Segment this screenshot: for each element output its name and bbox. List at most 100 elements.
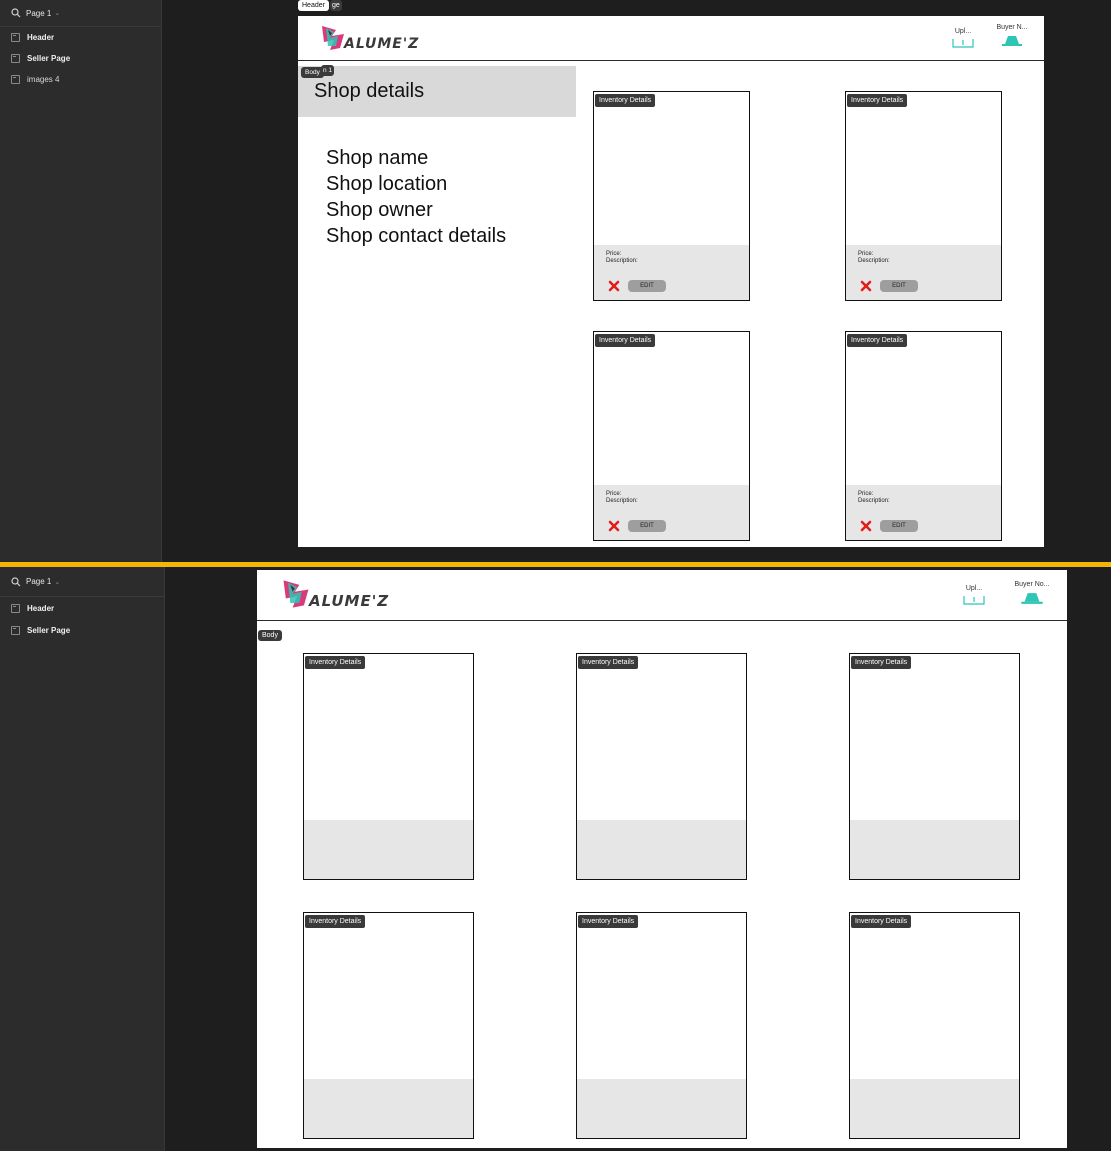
shop-name-line: Shop name <box>326 147 429 169</box>
inventory-card[interactable]: Inventory Details <box>576 912 747 1139</box>
edit-button[interactable]: EDIT <box>880 520 918 532</box>
chevron-down-icon[interactable]: ⌄ <box>54 9 60 17</box>
seller-page-frame: ALUME'Z Upl... Buyer N... Body n 1 Shop … <box>298 16 1044 547</box>
inventory-card[interactable]: Inventory Details Price: Description: ED… <box>593 91 750 301</box>
edit-button[interactable]: EDIT <box>628 280 666 292</box>
bell-icon <box>1021 593 1043 604</box>
inventory-image-area <box>850 913 1019 1080</box>
top-editor-pane: Page 1 ⌄ Header Seller Page images 4 Hea… <box>0 0 1111 562</box>
inventory-info: Price: Description: EDIT <box>846 485 1001 540</box>
inventory-image-area <box>846 332 1001 486</box>
page-selector-top[interactable]: Page 1 ⌄ <box>0 0 161 27</box>
shop-contact-line: Shop contact details <box>326 225 507 247</box>
layer-images-4[interactable]: images 4 <box>0 69 161 90</box>
upload-button[interactable]: Upl... <box>957 585 991 607</box>
upload-tray-icon <box>952 39 974 48</box>
frame-tag-body[interactable]: Body <box>258 630 282 641</box>
layer-label: Header <box>27 33 55 42</box>
search-icon[interactable] <box>11 8 21 18</box>
inventory-info <box>577 820 746 879</box>
logo-text: ALUME'Z <box>309 592 390 610</box>
buyer-notifications-button[interactable]: Buyer N... <box>990 24 1034 50</box>
inventory-card[interactable]: Inventory Details <box>303 653 474 880</box>
page-header: ALUME'Z Upl... Buyer No... <box>257 570 1067 621</box>
inventory-card[interactable]: Inventory Details <box>303 912 474 1139</box>
delete-icon[interactable] <box>608 280 620 292</box>
inventory-details-tag: Inventory Details <box>595 334 656 347</box>
inventory-card[interactable]: Inventory Details <box>576 653 747 880</box>
description-label: Description: <box>858 258 890 264</box>
upload-button[interactable]: Upl... <box>946 28 980 50</box>
page-header: ALUME'Z Upl... Buyer N... <box>298 16 1044 61</box>
inventory-details-tag: Inventory Details <box>578 915 639 928</box>
inventory-image-area <box>577 913 746 1080</box>
shop-details-title: Shop details <box>314 80 425 102</box>
inventory-info: Price: Description: EDIT <box>594 245 749 300</box>
inventory-details-tag: Inventory Details <box>851 915 912 928</box>
bell-icon <box>1002 36 1022 46</box>
frame-icon <box>11 33 20 42</box>
frame-icon <box>11 603 20 613</box>
inventory-info: Price: Description: EDIT <box>846 245 1001 300</box>
inventory-card[interactable]: Inventory Details Price: Description: ED… <box>845 91 1002 301</box>
layer-header[interactable]: Header <box>0 597 164 619</box>
price-label: Price: <box>858 491 874 497</box>
shop-details-list: Shop name Shop location Shop owner Shop … <box>326 145 506 249</box>
frame-tag-shop[interactable]: n 1 <box>321 65 335 76</box>
page-selector-bottom[interactable]: Page 1 ⌄ <box>0 567 164 597</box>
inventory-info <box>304 1079 473 1138</box>
inventory-image-area <box>577 654 746 821</box>
layer-label: images 4 <box>27 75 60 84</box>
delete-icon[interactable] <box>860 280 872 292</box>
layer-label: Seller Page <box>27 625 71 635</box>
logo-mark-icon <box>322 26 344 50</box>
delete-icon[interactable] <box>860 520 872 532</box>
frame-icon <box>11 54 20 63</box>
upload-label: Upl... <box>965 585 983 592</box>
layer-seller-page[interactable]: Seller Page <box>0 619 164 641</box>
layer-seller-page[interactable]: Seller Page <box>0 48 161 69</box>
edit-button[interactable]: EDIT <box>880 280 918 292</box>
inventory-card[interactable]: Inventory Details Price: Description: ED… <box>593 331 750 541</box>
layer-label: Header <box>27 603 55 613</box>
description-label: Description: <box>858 498 890 504</box>
logo-mark-icon <box>283 580 309 608</box>
bottom-editor-pane: Page 1 ⌄ Header Seller Page ALUME'Z Upl.… <box>0 567 1111 1151</box>
upload-label: Upl... <box>954 28 972 35</box>
inventory-image-area <box>304 913 473 1080</box>
image-icon <box>11 75 20 84</box>
inventory-details-tag: Inventory Details <box>578 656 639 669</box>
layer-label: Seller Page <box>27 54 71 63</box>
buyer-notifications-button[interactable]: Buyer No... <box>1007 581 1057 608</box>
logo-text: ALUME'Z <box>344 36 420 52</box>
inventory-card[interactable]: Inventory Details <box>849 912 1020 1139</box>
inventory-card[interactable]: Inventory Details <box>849 653 1020 880</box>
edit-button[interactable]: EDIT <box>628 520 666 532</box>
description-label: Description: <box>606 258 638 264</box>
inventory-details-tag: Inventory Details <box>305 915 366 928</box>
price-label: Price: <box>606 251 622 257</box>
inventory-details-tag: Inventory Details <box>595 94 656 107</box>
search-icon[interactable] <box>11 576 21 587</box>
shop-location-line: Shop location <box>326 173 448 195</box>
upload-tray-icon <box>963 596 985 605</box>
page-label: Page 1 <box>26 577 52 586</box>
chevron-down-icon[interactable]: ⌄ <box>54 578 60 586</box>
inventory-info: Price: Description: EDIT <box>594 485 749 540</box>
inventory-info <box>304 820 473 879</box>
inventory-info <box>850 820 1019 879</box>
delete-icon[interactable] <box>608 520 620 532</box>
frame-icon <box>11 625 20 635</box>
shop-owner-line: Shop owner <box>326 199 433 221</box>
description-label: Description: <box>606 498 638 504</box>
inventory-details-tag: Inventory Details <box>847 94 908 107</box>
logo: ALUME'Z <box>279 578 389 610</box>
inventory-card[interactable]: Inventory Details Price: Description: ED… <box>845 331 1002 541</box>
price-label: Price: <box>606 491 622 497</box>
inventory-image-area <box>594 92 749 246</box>
layer-header[interactable]: Header <box>0 27 161 48</box>
layers-panel-top: Page 1 ⌄ Header Seller Page images 4 <box>0 0 162 562</box>
buyer-label: Buyer N... <box>996 24 1028 31</box>
frame-tag-header[interactable]: Header <box>298 0 329 11</box>
frame-tag-seller-page[interactable]: ge <box>330 0 342 11</box>
